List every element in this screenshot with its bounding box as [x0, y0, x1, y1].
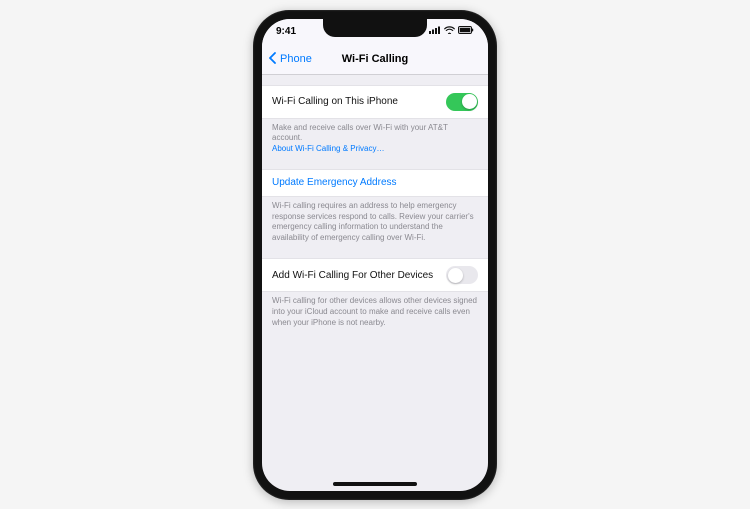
- footer-emergency: Wi-Fi calling requires an address to hel…: [262, 197, 488, 244]
- back-button[interactable]: Phone: [268, 52, 312, 67]
- row-label: Add Wi-Fi Calling For Other Devices: [272, 270, 433, 281]
- group-other-devices: Add Wi-Fi Calling For Other Devices Wi-F…: [262, 258, 488, 328]
- battery-icon: [458, 26, 474, 37]
- chevron-left-icon: [268, 52, 278, 67]
- notch: [323, 19, 427, 37]
- footer-wifi-calling: Make and receive calls over Wi-Fi with y…: [262, 119, 488, 155]
- wifi-calling-toggle[interactable]: [446, 93, 478, 111]
- settings-content[interactable]: Wi-Fi Calling on This iPhone Make and re…: [262, 75, 488, 491]
- iphone-frame: 9:41 Phone Wi-Fi Calling: [253, 10, 497, 500]
- status-time: 9:41: [276, 26, 296, 37]
- about-privacy-link[interactable]: About Wi-Fi Calling & Privacy…: [272, 144, 384, 153]
- row-label: Wi-Fi Calling on This iPhone: [272, 96, 398, 107]
- row-other-devices-toggle[interactable]: Add Wi-Fi Calling For Other Devices: [262, 258, 488, 292]
- row-wifi-calling-toggle[interactable]: Wi-Fi Calling on This iPhone: [262, 85, 488, 119]
- home-indicator[interactable]: [333, 482, 417, 486]
- iphone-screen: 9:41 Phone Wi-Fi Calling: [262, 19, 488, 491]
- other-devices-toggle[interactable]: [446, 266, 478, 284]
- nav-bar: Phone Wi-Fi Calling: [262, 45, 488, 75]
- row-label: Update Emergency Address: [272, 177, 397, 188]
- wifi-icon: [444, 26, 455, 37]
- group-emergency-address: Update Emergency Address Wi-Fi calling r…: [262, 169, 488, 244]
- signal-icon: [429, 26, 441, 37]
- footer-other-devices: Wi-Fi calling for other devices allows o…: [262, 292, 488, 328]
- row-update-emergency-address[interactable]: Update Emergency Address: [262, 169, 488, 197]
- back-label: Phone: [280, 53, 312, 65]
- group-wifi-calling: Wi-Fi Calling on This iPhone Make and re…: [262, 85, 488, 155]
